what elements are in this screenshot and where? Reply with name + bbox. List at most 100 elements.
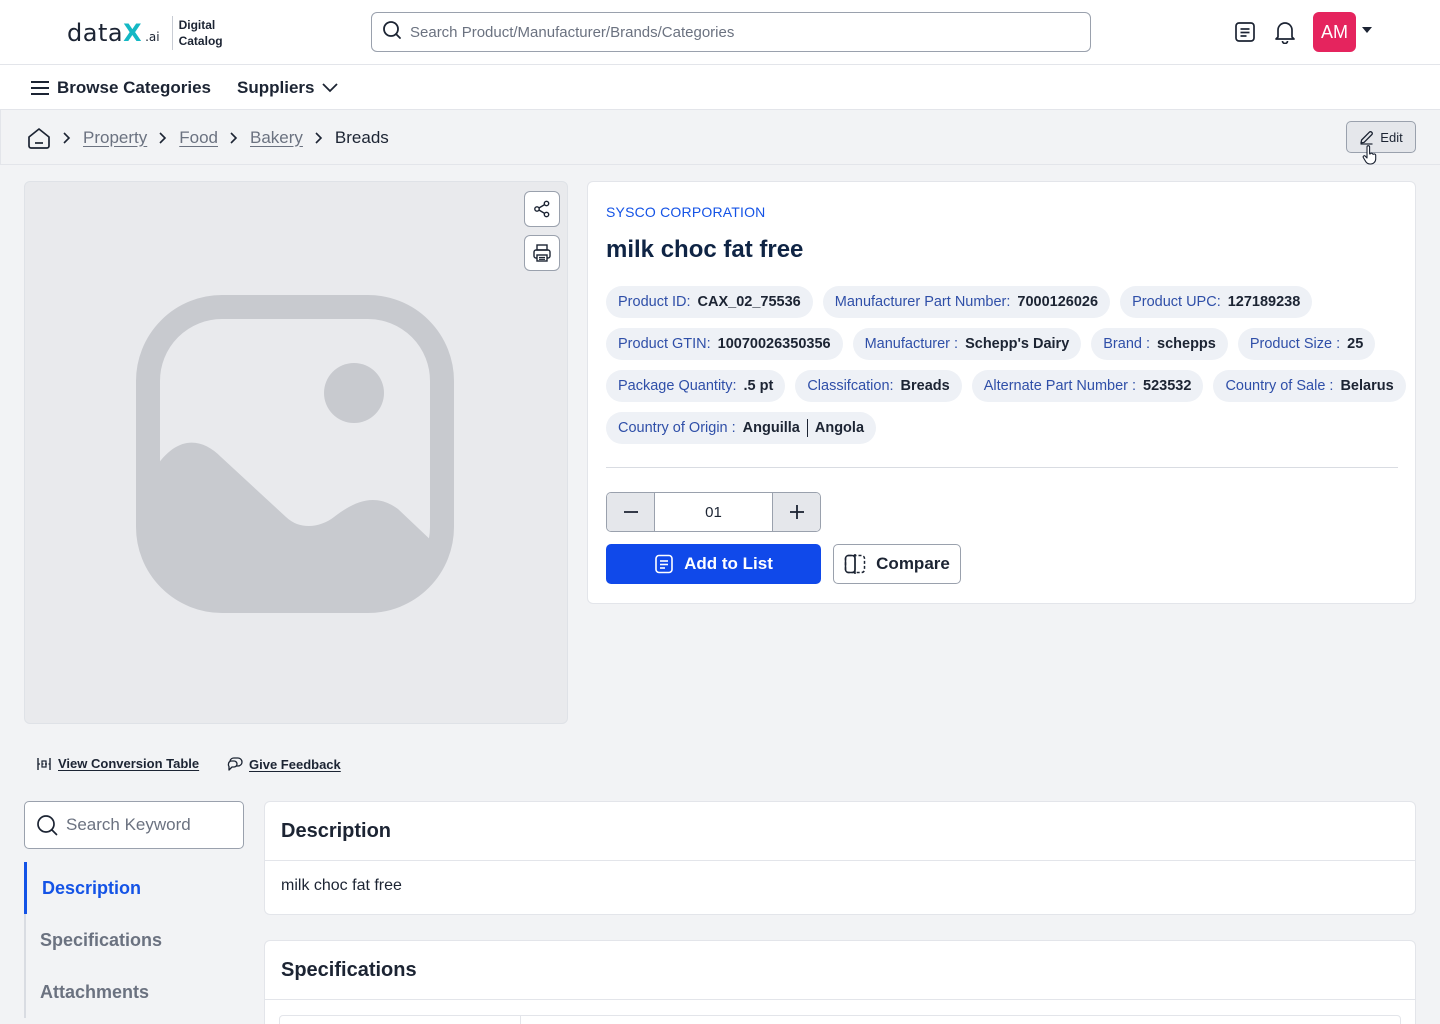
- datax-logo[interactable]: dataX .ai Digital Catalog: [67, 16, 223, 50]
- minus-icon: [623, 511, 638, 513]
- attribute-chip: Package Quantity: .5 pt: [606, 370, 786, 402]
- specifications-heading: Specifications: [265, 941, 1415, 1000]
- attribute-chip: Product ID: CAX_02_75536: [606, 286, 813, 318]
- increment-button[interactable]: [773, 493, 820, 531]
- attribute-value: 7000126026: [1017, 294, 1099, 310]
- logo-divider: [171, 16, 173, 50]
- attribute-value: 523532: [1143, 378, 1192, 394]
- logo-wordmark: dataX: [67, 19, 143, 47]
- suppliers-menu[interactable]: Suppliers: [237, 65, 339, 110]
- share-button[interactable]: [524, 191, 560, 227]
- chevron-down-icon: [322, 82, 339, 93]
- attribute-key: Package Quantity:: [618, 378, 737, 394]
- attribute-key: Brand :: [1103, 336, 1151, 352]
- logo-suffix: .ai: [145, 30, 160, 44]
- decrement-button[interactable]: [607, 493, 654, 531]
- view-conversion-table-label: View Conversion Table: [58, 756, 200, 771]
- top-header: dataX .ai Digital Catalog AM: [0, 0, 1440, 65]
- search-icon: [36, 814, 58, 836]
- breadcrumb-current: Breads: [334, 127, 389, 147]
- section-nav-attachments[interactable]: Attachments: [26, 966, 244, 1018]
- browse-categories-label: Browse Categories: [57, 77, 211, 97]
- description-section: Description milk choc fat free: [264, 801, 1416, 915]
- caret-down-icon[interactable]: [1362, 27, 1372, 33]
- global-search[interactable]: [371, 12, 1091, 52]
- print-button[interactable]: [524, 235, 560, 271]
- attribute-chip-origin: Country of Origin : Anguilla Angola: [606, 412, 877, 444]
- section-nav-specifications[interactable]: Specifications: [26, 914, 244, 966]
- description-text: milk choc fat free: [281, 877, 402, 894]
- bell-icon[interactable]: [1273, 20, 1297, 44]
- description-heading: Description: [265, 802, 1415, 861]
- attribute-chip: Alternate Part Number : 523532: [971, 370, 1204, 402]
- product-image-panel: [24, 181, 568, 724]
- browse-categories-button[interactable]: Browse Categories: [31, 65, 211, 110]
- attribute-value: 10070026350356: [717, 336, 831, 352]
- product-info-card: SYSCO CORPORATION milk choc fat free Pro…: [587, 181, 1416, 604]
- logo-subtitle: Digital Catalog: [179, 17, 223, 49]
- attribute-key: Manufacturer Part Number:: [834, 294, 1011, 310]
- suppliers-label: Suppliers: [237, 77, 315, 97]
- global-search-input[interactable]: [410, 23, 1050, 41]
- attribute-key: Product GTIN:: [618, 336, 711, 352]
- user-avatar[interactable]: AM: [1313, 12, 1356, 52]
- section-nav: Description Specifications Attachments: [24, 862, 244, 1018]
- attribute-chip: Country of Sale : Belarus: [1213, 370, 1406, 402]
- attribute-chip: Product GTIN: 10070026350356: [606, 328, 843, 360]
- attribute-key: Product Size :: [1249, 336, 1341, 352]
- attribute-key: Product ID:: [618, 294, 691, 310]
- give-feedback-link[interactable]: Give Feedback: [227, 756, 341, 772]
- breadcrumb-food[interactable]: Food: [179, 128, 218, 148]
- chevron-right-icon: [315, 131, 323, 144]
- breadcrumb-bar: Property Food Bakery Breads: [0, 110, 1440, 165]
- table-column-divider: [520, 1016, 521, 1024]
- product-attributes: Product ID: CAX_02_75536 Manufacturer Par…: [606, 286, 1406, 444]
- chevron-right-icon: [230, 131, 238, 144]
- search-icon: [382, 20, 402, 45]
- attribute-chip: Manufacturer Part Number: 7000126026: [822, 286, 1111, 318]
- mouse-pointer-icon: [1362, 145, 1378, 170]
- attribute-key: Product UPC:: [1132, 294, 1221, 310]
- keyword-search-input[interactable]: [66, 815, 226, 835]
- attribute-chip: Classifcation: Breads: [795, 370, 962, 402]
- attribute-value: Anguilla: [742, 420, 800, 436]
- home-icon[interactable]: [27, 126, 51, 150]
- quantity-input[interactable]: [654, 493, 773, 531]
- list-icon[interactable]: [1233, 20, 1257, 44]
- category-nav: Browse Categories Suppliers: [0, 65, 1440, 110]
- list-icon: [654, 554, 674, 574]
- section-nav-description[interactable]: Description: [24, 862, 244, 914]
- logo-subtitle-line-2: Catalog: [178, 34, 223, 48]
- attribute-value: 25: [1347, 336, 1364, 352]
- attribute-key: Country of Origin :: [618, 420, 736, 436]
- attribute-key: Country of Sale :: [1225, 378, 1334, 394]
- add-to-list-label: Add to List: [684, 554, 773, 573]
- edit-button[interactable]: Edit: [1346, 121, 1416, 153]
- printer-icon: [532, 243, 552, 263]
- specifications-section: Specifications: [264, 940, 1416, 1024]
- breadcrumb-property[interactable]: Property: [83, 128, 147, 148]
- attribute-chip: Manufacturer : Schepp's Dairy: [852, 328, 1082, 360]
- pencil-icon: [1359, 130, 1374, 145]
- attribute-value: Breads: [900, 378, 950, 394]
- breadcrumb: Property Food Bakery Breads: [27, 110, 389, 165]
- compare-label: Compare: [876, 554, 950, 573]
- attribute-value: Angola: [814, 420, 865, 436]
- attribute-chip: Product Size : 25: [1237, 328, 1376, 360]
- keyword-search[interactable]: [24, 801, 244, 849]
- attribute-key: Alternate Part Number :: [983, 378, 1137, 394]
- add-to-list-button[interactable]: Add to List: [606, 544, 821, 584]
- view-conversion-table-link[interactable]: View Conversion Table: [36, 756, 199, 771]
- compare-icon: [844, 554, 866, 574]
- breadcrumb-bakery[interactable]: Bakery: [250, 128, 303, 148]
- manufacturer-name[interactable]: SYSCO CORPORATION: [606, 204, 766, 220]
- divider: [606, 467, 1398, 468]
- edit-label: Edit: [1380, 129, 1403, 145]
- specifications-table: [279, 1015, 1401, 1024]
- compare-button[interactable]: Compare: [833, 544, 961, 584]
- attribute-value: 127189238: [1227, 294, 1301, 310]
- quantity-stepper: [606, 492, 821, 532]
- attribute-value: .5 pt: [743, 378, 774, 394]
- conversion-icon: [36, 757, 52, 771]
- attribute-value: schepps: [1157, 336, 1216, 352]
